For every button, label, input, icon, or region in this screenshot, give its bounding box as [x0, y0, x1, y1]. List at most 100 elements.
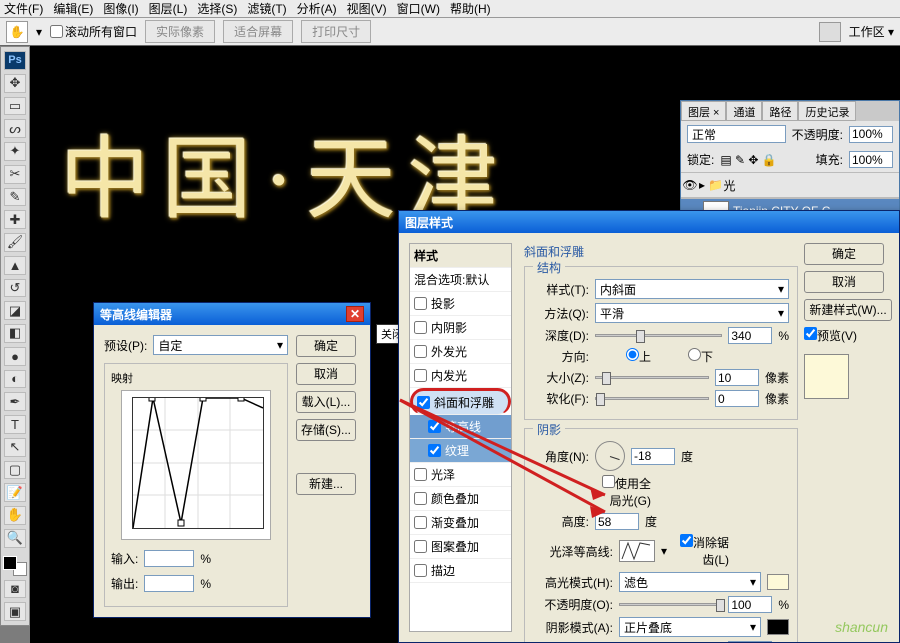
preset-select[interactable]: 自定▾ — [153, 335, 288, 355]
menu-image[interactable]: 图像(I) — [103, 0, 138, 17]
layer-row[interactable]: 👁 ▸ 📁 光 — [681, 172, 899, 198]
technique-select[interactable]: 平滑▾ — [595, 303, 789, 323]
preview-checkbox[interactable]: 预览(V) — [804, 327, 889, 344]
actual-pixels-button[interactable]: 实际像素 — [145, 20, 215, 43]
dialog-titlebar[interactable]: 图层样式 — [399, 211, 899, 233]
history-brush-icon[interactable]: ↺ — [4, 279, 26, 298]
stamp-tool-icon[interactable]: ▲ — [4, 256, 26, 275]
angle-dial[interactable] — [595, 441, 625, 471]
list-stroke[interactable]: 描边 — [410, 559, 511, 583]
menu-edit[interactable]: 编辑(E) — [53, 0, 93, 17]
menu-filter[interactable]: 滤镜(T) — [247, 0, 286, 17]
lasso-tool-icon[interactable]: ᔕ — [4, 119, 26, 138]
angle-input[interactable] — [631, 448, 675, 465]
size-slider[interactable] — [595, 376, 709, 379]
menu-layer[interactable]: 图层(L) — [149, 0, 188, 17]
fill-input[interactable] — [849, 151, 893, 168]
zoom-tool-icon[interactable]: 🔍 — [4, 529, 26, 548]
fit-screen-button[interactable]: 适合屏幕 — [223, 20, 293, 43]
new-button[interactable]: 新建... — [296, 473, 356, 495]
dialog-titlebar[interactable]: 等高线编辑器 ✕ — [94, 303, 370, 325]
opacity-input[interactable] — [849, 126, 893, 143]
soften-slider[interactable] — [595, 397, 709, 400]
cancel-button[interactable]: 取消 — [804, 271, 884, 293]
contour-graph[interactable] — [121, 390, 271, 540]
hand-tool-icon[interactable]: ✋ — [4, 506, 26, 525]
list-blend[interactable]: 混合选项:默认 — [410, 268, 511, 292]
color-swatches[interactable] — [3, 556, 27, 576]
blend-mode-select[interactable]: 正常 — [687, 125, 786, 143]
tab-layers[interactable]: 图层 × — [681, 101, 726, 121]
new-style-button[interactable]: 新建样式(W)... — [804, 299, 892, 321]
crop-tool-icon[interactable]: ✂ — [4, 165, 26, 184]
list-outer-glow[interactable]: 外发光 — [410, 340, 511, 364]
menu-select[interactable]: 选择(S) — [197, 0, 237, 17]
dir-down-radio[interactable]: 下 — [657, 348, 713, 365]
shadow-mode-select[interactable]: 正片叠底▾ — [619, 617, 761, 637]
list-inner-glow[interactable]: 内发光 — [410, 364, 511, 388]
screen-mode-icon[interactable]: ▣ — [4, 602, 26, 621]
close-icon[interactable]: ✕ — [346, 306, 364, 322]
highlight-opacity-slider[interactable] — [619, 603, 722, 606]
input-field[interactable] — [144, 550, 194, 567]
ps-logo-icon[interactable]: Ps — [4, 51, 26, 70]
visibility-icon[interactable]: 👁 — [681, 178, 699, 192]
size-input[interactable] — [715, 369, 759, 386]
print-size-button[interactable]: 打印尺寸 — [301, 20, 371, 43]
load-button[interactable]: 载入(L)... — [296, 391, 356, 413]
dodge-tool-icon[interactable]: ◐ — [4, 370, 26, 389]
hand-tool-icon[interactable]: ✋ — [6, 21, 28, 43]
eyedropper-tool-icon[interactable]: ✎ — [4, 188, 26, 207]
depth-slider[interactable] — [595, 334, 722, 337]
blur-tool-icon[interactable]: ● — [4, 347, 26, 366]
quickmask-icon[interactable]: ◙ — [4, 580, 26, 599]
menu-analysis[interactable]: 分析(A) — [297, 0, 337, 17]
scroll-all-checkbox[interactable]: 滚动所有窗口 — [50, 23, 137, 40]
wand-tool-icon[interactable]: ✦ — [4, 142, 26, 161]
menu-file[interactable]: 文件(F) — [4, 0, 43, 17]
gloss-contour-picker[interactable] — [619, 540, 655, 562]
dir-up-radio[interactable]: 上 — [595, 348, 651, 365]
list-texture[interactable]: 纹理 — [410, 439, 511, 463]
list-color-overlay[interactable]: 颜色叠加 — [410, 487, 511, 511]
highlight-mode-select[interactable]: 滤色▾ — [619, 572, 761, 592]
marquee-tool-icon[interactable]: ▭ — [4, 97, 26, 116]
global-light-checkbox[interactable]: 使用全局光(G) — [595, 475, 651, 509]
list-drop-shadow[interactable]: 投影 — [410, 292, 511, 316]
brush-tool-icon[interactable]: 🖌 — [4, 233, 26, 252]
shadow-color-swatch[interactable] — [767, 619, 789, 635]
menu-window[interactable]: 窗口(W) — [397, 0, 440, 17]
depth-input[interactable] — [728, 327, 772, 344]
path-tool-icon[interactable]: ↖ — [4, 438, 26, 457]
highlight-opacity-input[interactable] — [728, 596, 772, 613]
shadow-opacity-input[interactable] — [728, 641, 772, 642]
output-field[interactable] — [144, 575, 194, 592]
list-satin[interactable]: 光泽 — [410, 463, 511, 487]
shape-tool-icon[interactable]: ▢ — [4, 461, 26, 480]
menu-help[interactable]: 帮助(H) — [450, 0, 491, 17]
soften-input[interactable] — [715, 390, 759, 407]
eraser-tool-icon[interactable]: ◪ — [4, 301, 26, 320]
bridge-icon[interactable] — [819, 22, 841, 42]
cancel-button[interactable]: 取消 — [296, 363, 356, 385]
ok-button[interactable]: 确定 — [296, 335, 356, 357]
list-pattern-overlay[interactable]: 图案叠加 — [410, 535, 511, 559]
menu-view[interactable]: 视图(V) — [347, 0, 387, 17]
list-gradient-overlay[interactable]: 渐变叠加 — [410, 511, 511, 535]
style-select[interactable]: 内斜面▾ — [595, 279, 789, 299]
notes-tool-icon[interactable]: 📝 — [4, 483, 26, 502]
workspace-dropdown[interactable]: 工作区 ▾ — [849, 23, 894, 40]
list-inner-shadow[interactable]: 内阴影 — [410, 316, 511, 340]
pen-tool-icon[interactable]: ✒ — [4, 392, 26, 411]
tab-paths[interactable]: 路径 — [762, 101, 798, 121]
list-header[interactable]: 样式 — [410, 244, 511, 268]
anti-alias-checkbox[interactable]: 消除锯齿(L) — [673, 534, 729, 568]
tab-channels[interactable]: 通道 — [726, 101, 762, 121]
highlight-color-swatch[interactable] — [767, 574, 789, 590]
list-contour[interactable]: 等高线 — [410, 415, 511, 439]
list-bevel-emboss[interactable]: 斜面和浮雕 — [410, 388, 511, 415]
heal-tool-icon[interactable]: ✚ — [4, 210, 26, 229]
save-button[interactable]: 存储(S)... — [296, 419, 356, 441]
foreground-swatch[interactable] — [3, 556, 17, 570]
altitude-input[interactable] — [595, 513, 639, 530]
